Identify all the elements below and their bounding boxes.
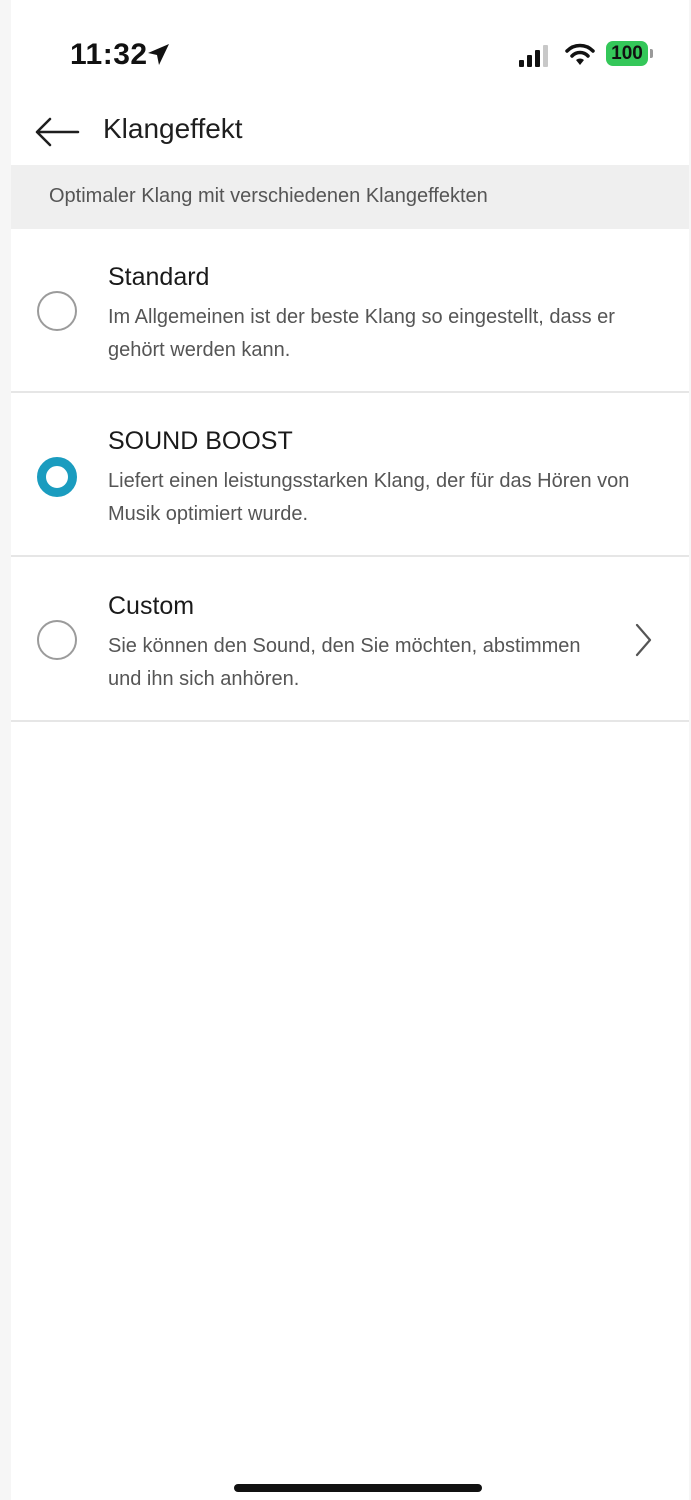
status-bar: 11:32 100 [0, 0, 691, 100]
battery-tip [650, 49, 653, 58]
option-standard-description: Im Allgemeinen ist der beste Klang so ei… [108, 306, 615, 361]
arrow-left-icon [33, 117, 81, 156]
option-divider [11, 720, 689, 722]
option-standard-title: Standard [108, 263, 210, 291]
header-bar: Klangeffekt [11, 100, 689, 164]
radio-sound-boost-selected[interactable] [37, 457, 77, 497]
battery-level: 100 [606, 41, 648, 66]
section-description-band: Optimaler Klang mit verschiedenen Klange… [11, 165, 689, 229]
option-standard[interactable]: Standard Im Allgemeinen ist der beste Kl… [11, 229, 689, 391]
back-button[interactable] [33, 112, 81, 152]
radio-standard-unselected[interactable] [37, 291, 77, 331]
page-title: Klangeffekt [103, 113, 243, 144]
home-indicator[interactable] [234, 1484, 482, 1492]
option-sound-boost-title: SOUND BOOST [108, 427, 293, 455]
location-arrow-icon [145, 42, 171, 68]
status-time: 11:32 [70, 38, 148, 71]
section-description: Optimaler Klang mit verschiedenen Klange… [49, 185, 488, 207]
battery-icon: 100 [606, 41, 653, 66]
cellular-signal-icon [519, 45, 551, 67]
option-custom-description: Sie können den Sound, den Sie möchten, a… [108, 635, 581, 690]
wifi-icon [565, 41, 595, 67]
left-edge-strip [0, 0, 11, 1500]
option-sound-boost[interactable]: SOUND BOOST Liefert einen leistungsstark… [11, 393, 689, 555]
option-custom-title: Custom [108, 592, 195, 620]
chevron-right-icon[interactable] [629, 620, 657, 660]
radio-custom-unselected[interactable] [37, 620, 77, 660]
option-sound-boost-description: Liefert einen leistungsstarken Klang, de… [108, 470, 630, 525]
option-custom[interactable]: Custom Sie können den Sound, den Sie möc… [11, 557, 689, 720]
